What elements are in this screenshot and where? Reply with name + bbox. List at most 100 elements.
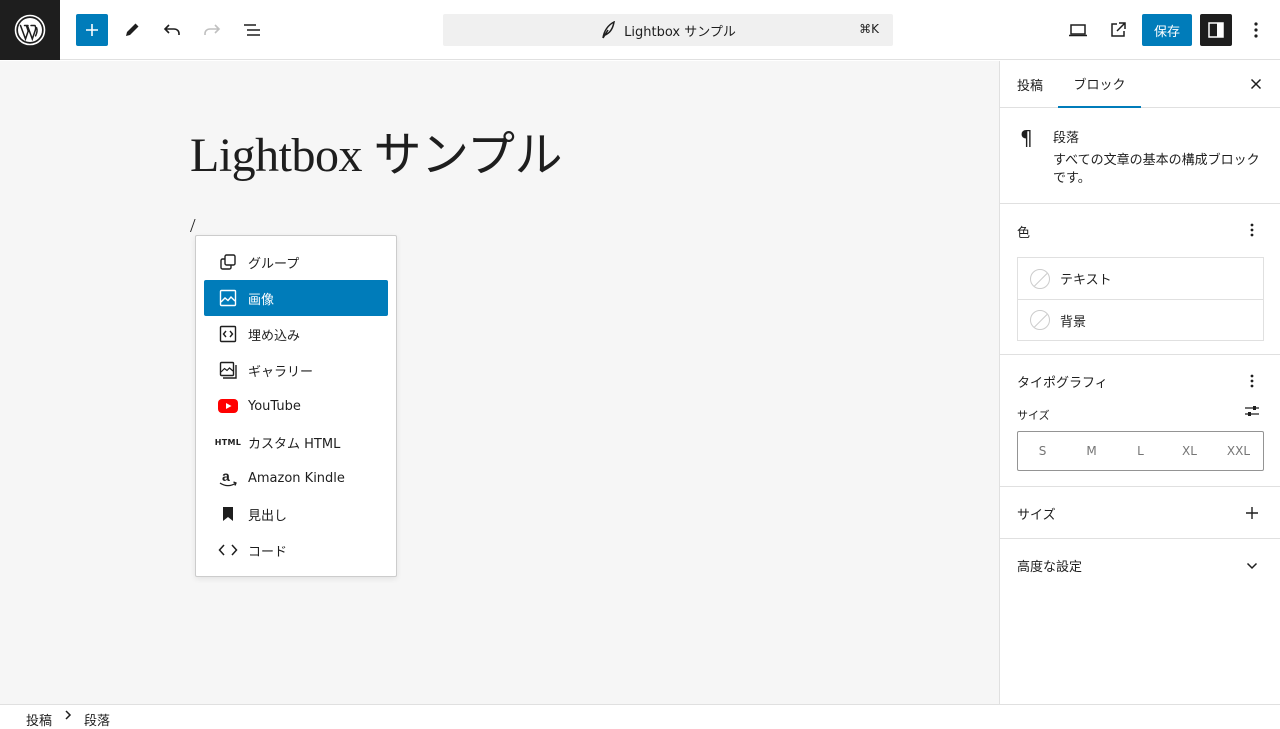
embed-icon	[218, 324, 238, 344]
typography-panel: タイポグラフィ サイズ S M L XL XXL	[1000, 355, 1280, 487]
advanced-panel[interactable]: 高度な設定	[1000, 539, 1280, 591]
settings-sliders-icon	[1245, 406, 1259, 416]
block-card: ¶ 段落 すべての文章の基本の構成ブロックです。	[1000, 108, 1280, 204]
color-settings-list: テキスト 背景	[1017, 257, 1264, 341]
breadcrumb-post[interactable]: 投稿	[26, 710, 52, 729]
feather-icon	[602, 21, 616, 39]
plus-icon	[86, 24, 98, 36]
options-menu-button[interactable]	[1240, 14, 1272, 46]
color-options-button[interactable]	[1244, 222, 1260, 238]
settings-sidebar-toggle[interactable]	[1200, 14, 1232, 46]
block-breadcrumb-bar: 投稿 段落	[0, 704, 1280, 729]
dimensions-add-button[interactable]	[1244, 505, 1260, 521]
custom-size-toggle[interactable]	[1244, 404, 1260, 422]
close-icon	[1250, 78, 1262, 90]
inserter-item-amazon-kindle[interactable]: a Amazon Kindle	[204, 460, 388, 496]
editor-canvas: Lightbox サンプル / グループ 画像 埋め込み ギャラリー YouTu…	[0, 61, 999, 704]
wordpress-logo-button[interactable]	[0, 0, 60, 60]
post-title[interactable]: Lightbox サンプル	[190, 115, 563, 185]
preview-external-button[interactable]	[1102, 14, 1134, 46]
undo-button[interactable]	[156, 14, 188, 46]
inserter-item-custom-html[interactable]: HTML カスタム HTML	[204, 424, 388, 460]
bookmark-icon	[218, 504, 238, 524]
desktop-icon	[1069, 24, 1087, 37]
font-size-xxl[interactable]: XXL	[1214, 432, 1263, 470]
youtube-icon	[218, 396, 238, 416]
chevron-down-icon	[1246, 562, 1258, 570]
document-overview-button[interactable]	[236, 14, 268, 46]
text-color-setting[interactable]: テキスト	[1018, 258, 1263, 299]
undo-icon	[163, 24, 180, 35]
inserter-item-youtube[interactable]: YouTube	[204, 388, 388, 424]
command-shortcut: ⌘K	[859, 22, 879, 36]
tools-button[interactable]	[116, 14, 148, 46]
list-view-icon	[244, 24, 260, 36]
dimensions-panel-title: サイズ	[1017, 508, 1056, 523]
chevron-right-icon	[64, 709, 72, 725]
inserter-item-gallery[interactable]: ギャラリー	[204, 352, 388, 388]
inserter-item-label: コード	[248, 544, 288, 560]
breadcrumb-paragraph[interactable]: 段落	[84, 710, 110, 729]
more-vertical-icon	[1250, 223, 1254, 237]
sidebar-tabs: 投稿 ブロック	[1000, 61, 1280, 108]
more-vertical-icon	[1254, 22, 1258, 38]
document-title: Lightbox サンプル	[624, 24, 736, 40]
pencil-icon	[126, 23, 139, 36]
font-size-m[interactable]: M	[1067, 432, 1116, 470]
block-name: 段落	[1053, 131, 1080, 146]
inserter-item-label: グループ	[248, 256, 300, 272]
color-panel: 色 テキスト 背景	[1000, 204, 1280, 355]
color-setting-label: テキスト	[1060, 273, 1112, 288]
advanced-expand-button[interactable]	[1244, 558, 1260, 574]
command-palette-bar[interactable]: Lightbox サンプル ⌘K	[443, 14, 893, 46]
paragraph-icon: ¶	[1020, 126, 1033, 150]
inserter-item-label: 画像	[248, 292, 275, 308]
inserter-item-group[interactable]: グループ	[204, 244, 388, 280]
more-vertical-icon	[1250, 374, 1254, 388]
block-description: すべての文章の基本の構成ブロックです。	[1053, 153, 1260, 186]
inserter-item-label: 見出し	[248, 508, 288, 524]
save-button[interactable]: 保存	[1142, 14, 1192, 46]
inserter-item-image[interactable]: 画像	[204, 280, 388, 316]
color-panel-title: 色	[1017, 226, 1031, 241]
inserter-item-label: カスタム HTML	[248, 436, 341, 452]
wordpress-icon	[14, 14, 46, 46]
code-icon	[218, 540, 238, 560]
close-sidebar-button[interactable]	[1248, 76, 1264, 92]
font-size-s[interactable]: S	[1018, 432, 1067, 470]
typography-options-button[interactable]	[1244, 373, 1260, 389]
group-icon	[218, 252, 238, 272]
redo-icon	[204, 24, 221, 35]
background-color-setting[interactable]: 背景	[1018, 299, 1263, 340]
plus-icon	[1246, 507, 1258, 519]
tab-block[interactable]: ブロック	[1058, 61, 1141, 108]
image-icon	[218, 288, 238, 308]
block-inserter-toggle[interactable]	[76, 14, 108, 46]
amazon-icon: a	[218, 468, 238, 488]
color-setting-label: 背景	[1060, 314, 1087, 330]
dimensions-panel[interactable]: サイズ	[1000, 487, 1280, 539]
advanced-panel-title: 高度な設定	[1017, 560, 1083, 575]
inserter-item-label: Amazon Kindle	[248, 470, 345, 486]
settings-sidebar: 投稿 ブロック ¶ 段落 すべての文章の基本の構成ブロックです。 色 テキスト …	[999, 61, 1280, 704]
inserter-item-embed[interactable]: 埋め込み	[204, 316, 388, 352]
top-toolbar: Lightbox サンプル ⌘K 保存	[0, 0, 1280, 60]
font-size-xl[interactable]: XL	[1165, 432, 1214, 470]
empty-swatch-icon	[1030, 268, 1050, 289]
html-icon: HTML	[214, 437, 242, 447]
view-button[interactable]	[1062, 14, 1094, 46]
font-size-picker: S M L XL XXL	[1017, 431, 1264, 471]
inserter-item-label: YouTube	[248, 398, 301, 414]
redo-button[interactable]	[196, 14, 228, 46]
svg-text:a: a	[222, 468, 230, 484]
gallery-icon	[218, 360, 238, 380]
inserter-item-code[interactable]: コード	[204, 532, 388, 568]
inserter-item-heading[interactable]: 見出し	[204, 496, 388, 532]
sidebar-icon	[1208, 22, 1224, 38]
tab-post[interactable]: 投稿	[1017, 61, 1043, 108]
empty-swatch-icon	[1030, 310, 1050, 330]
inserter-item-label: 埋め込み	[248, 328, 301, 344]
external-link-icon	[1111, 22, 1126, 37]
slash-inserter-popover: グループ 画像 埋め込み ギャラリー YouTube HTML カスタム HTM…	[195, 235, 397, 577]
font-size-l[interactable]: L	[1116, 432, 1165, 470]
